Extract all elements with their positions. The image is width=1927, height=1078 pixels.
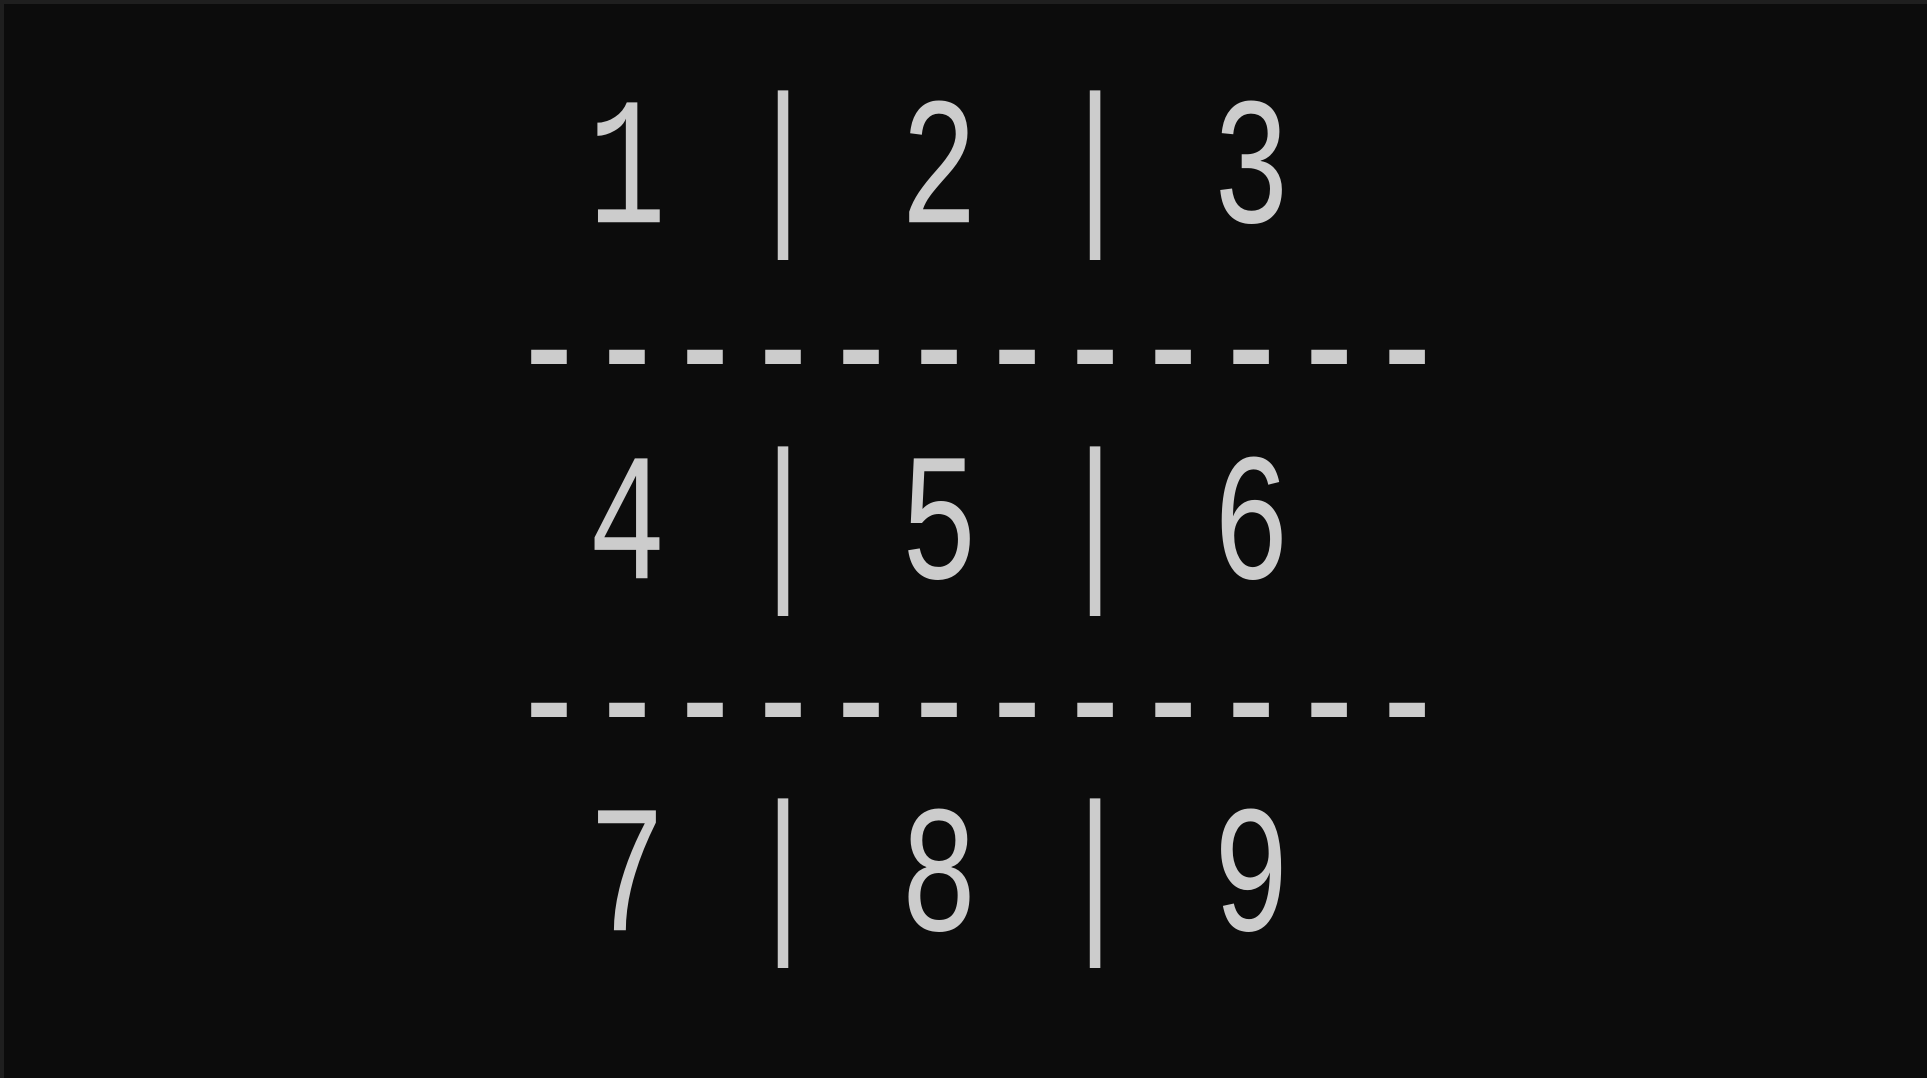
board-separator-2: ------------ — [510, 608, 1447, 815]
board-separator-1: ------------ — [510, 255, 1447, 462]
board-row-1: 1 | 2 | 3 — [510, 72, 1291, 279]
board-row-3: 7 | 8 | 9 — [510, 780, 1291, 987]
board-row-2: 4 | 5 | 6 — [510, 428, 1291, 635]
